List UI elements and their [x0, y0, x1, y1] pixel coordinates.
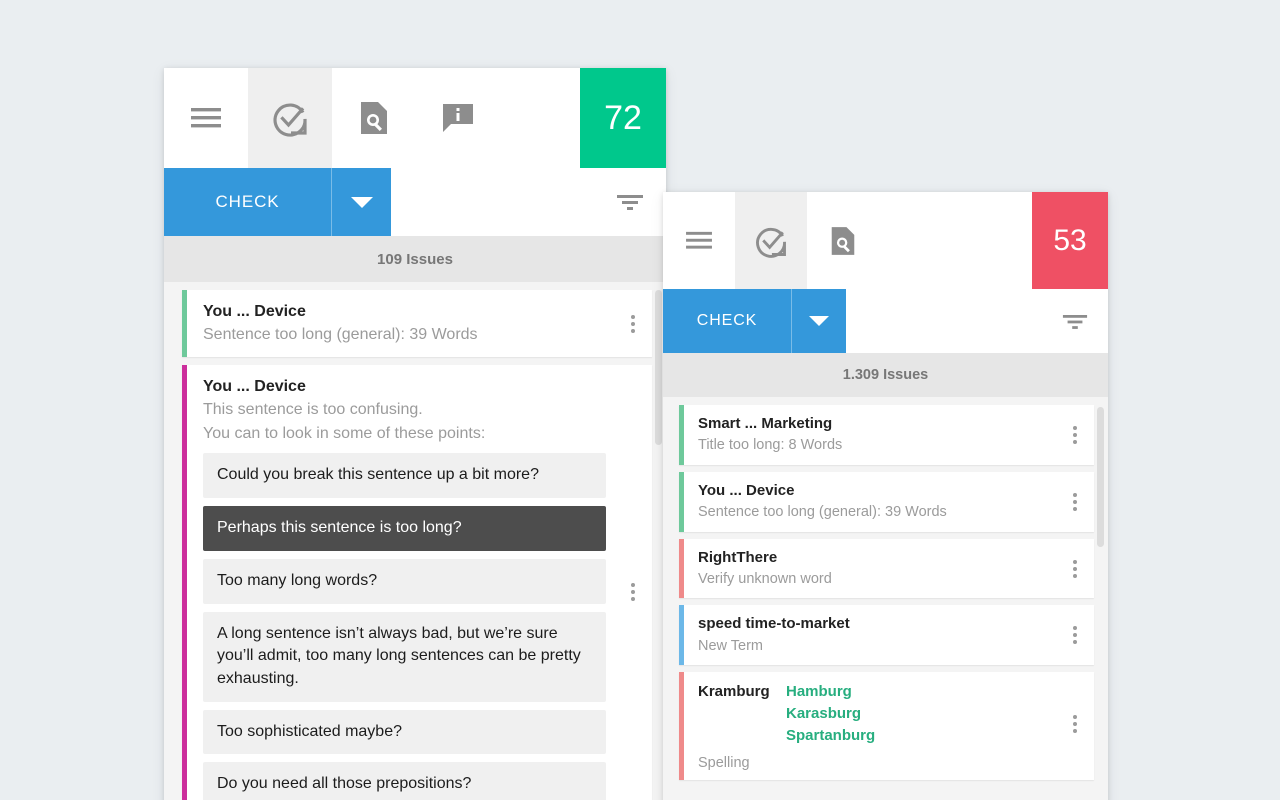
issue-card[interactable]: You ... Device This sentence is too conf… [182, 365, 652, 800]
issue-title: speed time-to-market [698, 615, 850, 633]
issue-list-scrollbar[interactable] [1097, 407, 1104, 547]
check-dropdown-button[interactable] [331, 168, 391, 236]
issue-options-button[interactable] [1073, 490, 1078, 514]
spelling-row: Kramburg Hamburg Karasburg Spartanburg [698, 681, 1050, 746]
check-button[interactable]: CHECK [164, 168, 331, 236]
issue-options-button[interactable] [1073, 712, 1078, 736]
issue-count-label: 1.309 Issues [663, 353, 1108, 397]
issue-options-button[interactable] [1073, 557, 1078, 581]
menu-icon [191, 108, 221, 128]
screen: 72 CHECK 109 Issues You ... Device Sente… [0, 0, 1280, 800]
left-action-bar: CHECK [164, 168, 666, 236]
toolbar-spacer [500, 68, 580, 168]
spelling-suggestion[interactable]: Spartanburg [786, 725, 875, 747]
action-bar-spacer [391, 168, 594, 236]
issue-card[interactable]: RightThere Verify unknown word [679, 538, 1094, 599]
issue-list[interactable]: You ... Device Sentence too long (genera… [164, 282, 666, 800]
document-search-icon [361, 102, 387, 134]
issue-subtitle: Title too long: 8 Words [698, 437, 843, 454]
check-circle-icon [756, 227, 786, 258]
quality-score-badge[interactable]: 53 [1032, 192, 1108, 289]
issue-options-button[interactable] [631, 312, 636, 336]
menu-icon [686, 231, 712, 249]
issue-title: You ... Device [203, 378, 306, 396]
issue-list[interactable]: Smart ... Marketing Title too long: 8 Wo… [663, 397, 1108, 800]
suggestion-item[interactable]: Could you break this sentence up a bit m… [203, 453, 606, 499]
issue-count-label: 109 Issues [164, 236, 666, 282]
suggestion-item[interactable]: Do you need all those prepositions? [203, 762, 606, 800]
toolbar-spacer [879, 192, 1032, 289]
suggestion-item[interactable]: A long sentence isn’t always bad, but we… [203, 611, 606, 702]
action-bar-spacer [846, 289, 1042, 353]
issue-card-spelling[interactable]: Kramburg Hamburg Karasburg Spartanburg S… [679, 672, 1094, 780]
issue-card[interactable]: You ... Device Sentence too long (genera… [679, 471, 1094, 532]
suggestion-item[interactable]: Too sophisticated maybe? [203, 709, 606, 755]
filter-button[interactable] [1042, 289, 1108, 353]
issue-title: You ... Device [698, 481, 795, 499]
check-button[interactable]: CHECK [663, 289, 791, 353]
issue-description-line-1: This sentence is too confusing. [203, 400, 423, 418]
issue-subtitle: New Term [698, 637, 763, 654]
document-search-icon [831, 226, 855, 255]
quality-score-badge[interactable]: 72 [580, 68, 666, 168]
issue-subtitle: Sentence too long (general): 39 Words [698, 504, 947, 521]
issue-options-button[interactable] [1073, 623, 1078, 647]
filter-icon [617, 195, 643, 210]
document-tool-button[interactable] [807, 192, 879, 289]
check-dropdown-button[interactable] [791, 289, 846, 353]
left-toolbar: 72 [164, 68, 666, 168]
check-circle-icon [273, 103, 307, 137]
check-tool-button[interactable] [735, 192, 807, 289]
spelling-suggestion[interactable]: Hamburg [786, 681, 875, 703]
filter-button[interactable] [594, 168, 666, 236]
menu-button[interactable] [164, 68, 248, 168]
issue-card[interactable]: Smart ... Marketing Title too long: 8 Wo… [679, 405, 1094, 465]
suggestion-item-selected[interactable]: Perhaps this sentence is too long? [203, 506, 606, 551]
chevron-down-icon [350, 196, 373, 208]
menu-button[interactable] [663, 192, 735, 289]
check-tool-button[interactable] [248, 68, 332, 168]
issue-subtitle: Spelling [698, 754, 750, 771]
issue-description-line-2: You can to look in some of these points: [203, 424, 486, 442]
comment-tool-button[interactable] [416, 68, 500, 168]
issue-card[interactable]: You ... Device Sentence too long (genera… [182, 290, 652, 358]
spelling-suggestions: Hamburg Karasburg Spartanburg [786, 681, 875, 746]
editor-panel-secondary: 53 CHECK 1.309 Issues Smart ... Marketin… [663, 192, 1108, 800]
chevron-down-icon [809, 316, 829, 326]
misspelled-word: Kramburg [698, 683, 770, 701]
right-toolbar: 53 [663, 192, 1108, 289]
issue-options-button[interactable] [631, 580, 636, 604]
issue-card[interactable]: speed time-to-market New Term [679, 605, 1094, 666]
comment-info-icon [443, 104, 473, 132]
issue-title: You ... Device [203, 303, 306, 320]
filter-icon [1062, 314, 1088, 329]
suggestion-item[interactable]: Too many long words? [203, 558, 606, 604]
issue-title: Smart ... Marketing [698, 415, 833, 432]
issue-subtitle: Sentence too long (general): 39 Words [203, 325, 478, 343]
editor-panel-primary: 72 CHECK 109 Issues You ... Device Sente… [164, 68, 666, 800]
spelling-suggestion[interactable]: Karasburg [786, 703, 875, 725]
issue-title: RightThere [698, 548, 778, 566]
issue-subtitle: Verify unknown word [698, 570, 832, 587]
issue-options-button[interactable] [1073, 423, 1078, 447]
issue-list-scrollbar[interactable] [655, 290, 662, 445]
document-tool-button[interactable] [332, 68, 416, 168]
right-action-bar: CHECK [663, 289, 1108, 353]
